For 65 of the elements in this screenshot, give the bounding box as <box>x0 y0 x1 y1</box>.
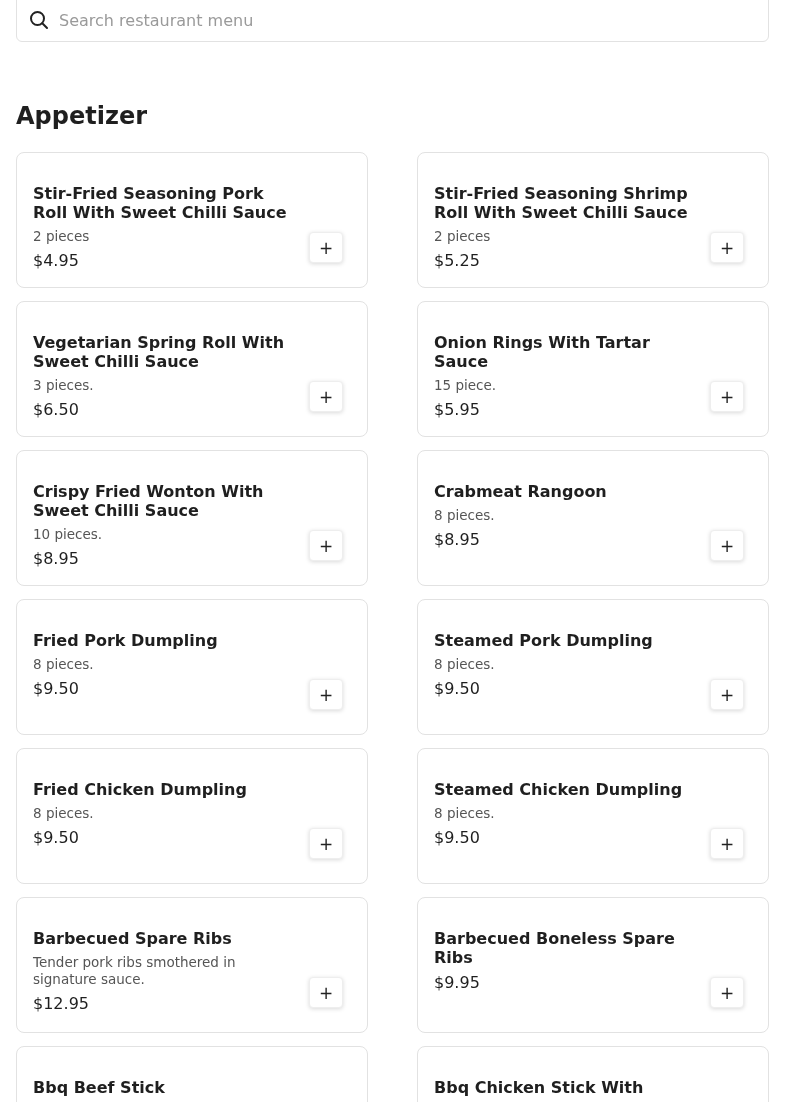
add-button[interactable]: + <box>710 977 744 1008</box>
section-title: Appetizer <box>16 101 148 132</box>
menu-item-card[interactable]: Onion Rings With Tartar Sauce 15 piece. $5.95 + <box>417 301 769 437</box>
add-button[interactable]: + <box>710 828 744 859</box>
add-button[interactable]: + <box>309 530 343 561</box>
add-button[interactable]: + <box>309 232 343 263</box>
add-button[interactable]: + <box>710 679 744 710</box>
item-price: $9.50 <box>33 828 80 848</box>
menu-item-card[interactable]: Barbecued Spare Ribs Tender pork ribs smothered in signature sauce. $12.95 + <box>16 897 368 1033</box>
item-name: Onion Rings With Tartar Sauce <box>434 333 651 371</box>
item-price: $5.25 <box>434 251 481 271</box>
item-price: $8.95 <box>434 530 481 550</box>
item-name: Stir-Fried Seasoning Shrimp Roll With Sweet Chilli Sauce <box>434 184 689 222</box>
item-description: 8 pieces. <box>33 656 95 673</box>
item-price: $12.95 <box>33 994 90 1014</box>
item-price: $9.95 <box>434 973 481 993</box>
item-name: Fried Chicken Dumpling <box>33 780 248 799</box>
menu-item-card[interactable]: Stir-Fried Seasoning Pork Roll With Sweet Chilli Sauce 2 pieces $4.95 + <box>16 152 368 288</box>
menu-item-card[interactable]: Bbq Chicken Stick With <box>417 1046 769 1102</box>
item-price: $8.95 <box>33 549 80 569</box>
item-name: Crabmeat Rangoon <box>434 482 608 501</box>
item-name: Steamed Pork Dumpling <box>434 631 654 650</box>
item-name: Bbq Beef Stick <box>33 1078 166 1097</box>
menu-item-card[interactable]: Steamed Chicken Dumpling 8 pieces. $9.50 + <box>417 748 769 884</box>
menu-item-card[interactable]: Fried Pork Dumpling 8 pieces. $9.50 + <box>16 599 368 735</box>
menu-item-card[interactable]: Vegetarian Spring Roll With Sweet Chilli Sauce 3 pieces. $6.50 + <box>16 301 368 437</box>
item-description: Tender pork ribs smothered in signature sauce. <box>33 954 237 988</box>
item-description: 2 pieces <box>434 228 492 245</box>
item-price: $4.95 <box>33 251 80 271</box>
item-description: 10 pieces. <box>33 526 104 543</box>
menu-item-card[interactable]: Crabmeat Rangoon 8 pieces. $8.95 + <box>417 450 769 586</box>
item-price: $9.50 <box>434 679 481 699</box>
item-name: Bbq Chicken Stick With <box>434 1078 645 1097</box>
item-name: Fried Pork Dumpling <box>33 631 219 650</box>
add-button[interactable]: + <box>710 530 744 561</box>
item-description: 15 piece. <box>434 377 498 394</box>
item-name: Crispy Fried Wonton With Sweet Chilli Sauce <box>33 482 265 520</box>
item-price: $5.95 <box>434 400 481 420</box>
search-field[interactable]: Search restaurant menu <box>16 0 769 42</box>
menu-item-card[interactable]: Barbecued Boneless Spare Ribs $9.95 + <box>417 897 769 1033</box>
menu-item-card[interactable]: Stir-Fried Seasoning Shrimp Roll With Sweet Chilli Sauce 2 pieces $5.25 + <box>417 152 769 288</box>
item-name: Vegetarian Spring Roll With Sweet Chilli Sauce <box>33 333 286 371</box>
item-price: $6.50 <box>33 400 80 420</box>
item-description: 3 pieces. <box>33 377 95 394</box>
item-description: 8 pieces. <box>434 805 496 822</box>
menu-item-card[interactable]: Steamed Pork Dumpling 8 pieces. $9.50 + <box>417 599 769 735</box>
menu-item-card[interactable]: Bbq Beef Stick <box>16 1046 368 1102</box>
add-button[interactable]: + <box>710 381 744 412</box>
item-description: 8 pieces. <box>434 507 496 524</box>
item-name: Barbecued Spare Ribs <box>33 929 233 948</box>
item-price: $9.50 <box>434 828 481 848</box>
add-button[interactable]: + <box>309 679 343 710</box>
item-name: Steamed Chicken Dumpling <box>434 780 684 799</box>
add-button[interactable]: + <box>309 828 343 859</box>
add-button[interactable]: + <box>309 977 343 1008</box>
menu-item-card[interactable]: Crispy Fried Wonton With Sweet Chilli Sauce 10 pieces. $8.95 + <box>16 450 368 586</box>
add-button[interactable]: + <box>710 232 744 263</box>
item-description: 8 pieces. <box>434 656 496 673</box>
item-price: $9.50 <box>33 679 80 699</box>
item-description: 2 pieces <box>33 228 91 245</box>
menu-item-card[interactable]: Fried Chicken Dumpling 8 pieces. $9.50 + <box>16 748 368 884</box>
item-name: Stir-Fried Seasoning Pork Roll With Sweet Chilli Sauce <box>33 184 288 222</box>
item-name: Barbecued Boneless Spare Ribs <box>434 929 676 967</box>
item-description: 8 pieces. <box>33 805 95 822</box>
add-button[interactable]: + <box>309 381 343 412</box>
